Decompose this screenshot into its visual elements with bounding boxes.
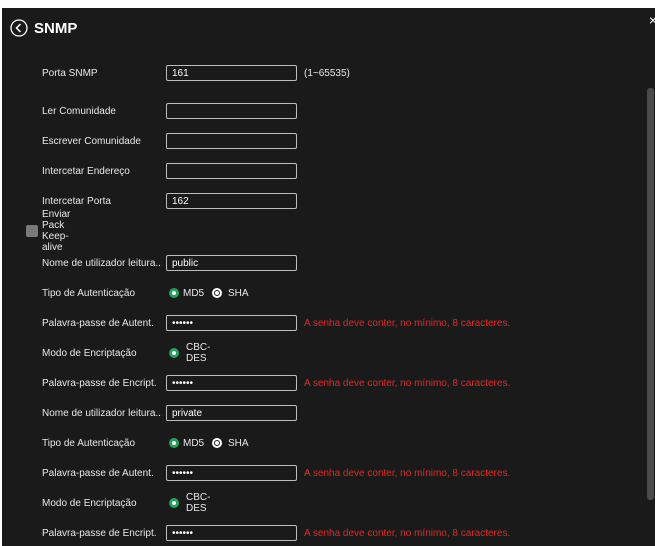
- read-auth-sha-radio[interactable]: [212, 288, 222, 298]
- header: SNMP: [10, 16, 77, 40]
- keepalive-checkbox[interactable]: [26, 225, 38, 237]
- read-auth-type-label: Tipo de Autenticação: [42, 287, 136, 299]
- porta-snmp-label: Porta SNMP: [42, 67, 98, 79]
- read-username-label: Nome de utilizador leitura...: [42, 257, 162, 269]
- escrever-comunidade-input[interactable]: [166, 133, 297, 149]
- write-auth-sha-label: SHA: [228, 437, 249, 449]
- write-enc-pass-error: A senha deve conter, no mínimo, 8 caract…: [304, 527, 511, 539]
- read-auth-pass-error: A senha deve conter, no mínimo, 8 caract…: [304, 317, 511, 329]
- read-auth-pass-label: Palavra-passe de Autent.: [42, 317, 154, 329]
- intercetar-endereco-input[interactable]: [166, 163, 297, 179]
- close-icon[interactable]: ×: [649, 12, 655, 28]
- write-username-label: Nome de utilizador leitura...: [42, 407, 162, 419]
- write-enc-pass-input[interactable]: [166, 525, 297, 541]
- ler-comunidade-input[interactable]: [166, 103, 297, 119]
- write-auth-sha-radio[interactable]: [212, 438, 222, 448]
- intercetar-porta-input[interactable]: [166, 193, 297, 209]
- write-enc-mode-label: Modo de Encriptação: [42, 497, 137, 509]
- read-auth-sha-label: SHA: [228, 287, 249, 299]
- write-enc-cbcdes-radio[interactable]: [169, 498, 179, 508]
- write-auth-pass-input[interactable]: [166, 465, 297, 481]
- write-username-input[interactable]: [166, 405, 297, 421]
- back-circle-icon[interactable]: [10, 19, 28, 37]
- read-enc-pass-error: A senha deve conter, no mínimo, 8 caract…: [304, 377, 511, 389]
- read-enc-cbcdes-radio[interactable]: [169, 348, 179, 358]
- write-enc-cbcdes-label: CBC-DES: [186, 492, 211, 514]
- write-auth-md5-radio[interactable]: [169, 438, 179, 448]
- read-auth-md5-label: MD5: [183, 287, 205, 299]
- read-username-input[interactable]: [166, 255, 297, 271]
- scrollbar[interactable]: [647, 88, 654, 500]
- page-title: SNMP: [34, 19, 78, 37]
- porta-snmp-range-hint: (1~65535): [304, 67, 350, 79]
- read-enc-pass-input[interactable]: [166, 375, 297, 391]
- read-auth-md5-radio[interactable]: [169, 288, 179, 298]
- write-auth-pass-label: Palavra-passe de Autent.: [42, 467, 154, 479]
- read-enc-mode-label: Modo de Encriptação: [42, 347, 137, 359]
- read-enc-cbcdes-label: CBC-DES: [186, 342, 211, 364]
- write-auth-type-label: Tipo de Autenticação: [42, 437, 136, 449]
- write-auth-pass-error: A senha deve conter, no mínimo, 8 caract…: [304, 467, 511, 479]
- porta-snmp-input[interactable]: [166, 65, 297, 81]
- escrever-comunidade-label: Escrever Comunidade: [42, 135, 141, 147]
- read-auth-pass-input[interactable]: [166, 315, 297, 331]
- ler-comunidade-label: Ler Comunidade: [42, 105, 116, 117]
- read-enc-pass-label: Palavra-passe de Encript.: [42, 377, 157, 389]
- intercetar-endereco-label: Intercetar Endereço: [42, 165, 130, 177]
- write-enc-pass-label: Palavra-passe de Encript.: [42, 527, 157, 539]
- keepalive-label: Enviar Pack Keep-alive: [42, 209, 71, 253]
- write-auth-md5-label: MD5: [183, 437, 205, 449]
- intercetar-porta-label: Intercetar Porta: [42, 195, 111, 207]
- snmp-settings-panel: SNMP × Porta SNMP (1~65535) Ler Comunida…: [2, 8, 655, 546]
